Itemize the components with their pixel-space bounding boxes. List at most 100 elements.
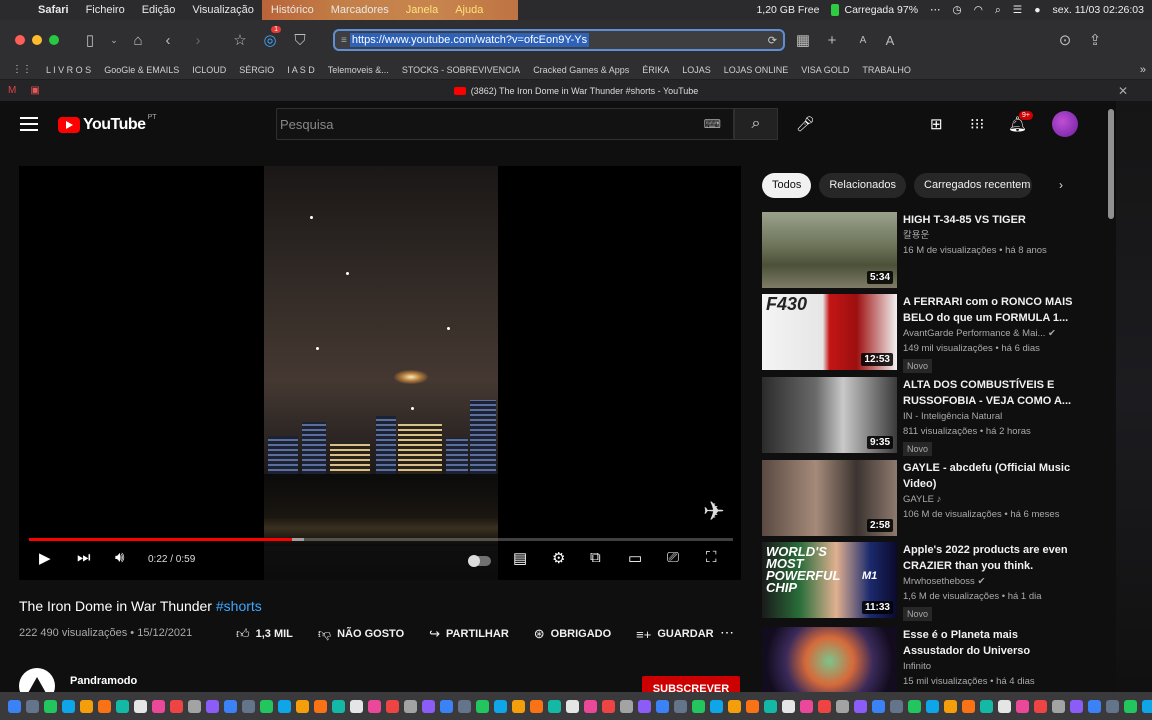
sidebar-icon[interactable]: ▯ — [75, 31, 105, 49]
dislike-button[interactable]: 👎︎ NÃO GOSTO — [318, 626, 404, 642]
home-icon[interactable]: ⌂ — [123, 32, 153, 49]
dock-app-icon[interactable] — [656, 699, 669, 713]
dock-app-icon[interactable] — [224, 699, 237, 713]
dock-app-icon[interactable] — [296, 699, 309, 713]
spotlight-icon[interactable]: ⌕ — [995, 4, 1001, 17]
avatar[interactable] — [1052, 111, 1078, 137]
dock-app-icon[interactable] — [944, 699, 957, 713]
settings-gear-icon[interactable]: ⚙ — [552, 549, 565, 567]
shield-icon[interactable]: ⛉ — [285, 32, 315, 49]
chevron-down-icon[interactable]: ⌄ — [105, 35, 123, 46]
tab-overview-icon[interactable]: ▦ — [788, 31, 818, 49]
video-thumbnail[interactable]: WORLD'S MOST POWERFUL CHIP M1 11:33 — [762, 542, 897, 618]
menu-ficheiro[interactable]: Ficheiro — [86, 4, 125, 16]
close-window-button[interactable] — [15, 35, 25, 45]
wifi-icon[interactable]: ◠ — [974, 4, 983, 16]
channel-name[interactable]: AvantGarde Performance & Mai... ✔ — [903, 326, 1073, 341]
dock-app-icon[interactable] — [170, 699, 183, 713]
keyboard-icon[interactable]: ⌨ — [704, 117, 721, 131]
dock-app-icon[interactable] — [350, 699, 363, 713]
dock-app-icon[interactable] — [746, 699, 759, 713]
dock-app-icon[interactable] — [440, 699, 453, 713]
theater-mode-icon[interactable]: ▭ — [628, 549, 642, 567]
menu-visualizacao[interactable]: Visualização — [192, 4, 254, 16]
dock-app-icon[interactable] — [116, 699, 129, 713]
memory-status[interactable]: 1,20 GB Free — [756, 4, 819, 16]
video-title[interactable]: HIGH T-34-85 VS TIGER — [903, 212, 1073, 228]
dock-app-icon[interactable] — [818, 699, 831, 713]
dock-app-icon[interactable] — [836, 699, 849, 713]
dock-app-icon[interactable] — [782, 699, 795, 713]
channel-name[interactable]: Pandramodo — [70, 675, 137, 687]
save-button[interactable]: ≡+ GUARDAR — [636, 627, 713, 642]
dock-app-icon[interactable] — [908, 699, 921, 713]
video-thumbnail[interactable]: F430 12:53 — [762, 294, 897, 370]
dock-app-icon[interactable] — [692, 699, 705, 713]
video-title[interactable]: Apple's 2022 products are even CRAZIER t… — [903, 542, 1073, 574]
search-input[interactable]: Pesquisa ⌨ — [276, 108, 734, 140]
channel-name[interactable]: IN - Inteligência Natural — [903, 409, 1073, 424]
dock-app-icon[interactable] — [422, 699, 435, 713]
dock-app-icon[interactable] — [512, 699, 525, 713]
scrollbar-thumb[interactable] — [1108, 109, 1114, 219]
bookmark-icloud[interactable]: ICLOUD — [192, 65, 226, 75]
menu-safari[interactable]: Safari — [38, 4, 69, 16]
create-video-icon[interactable]: ⊞ — [930, 115, 943, 133]
list-item[interactable]: F430 12:53 A FERRARI com o RONCO MAIS BEL… — [762, 294, 1092, 373]
menu-ajuda[interactable]: Ajuda — [455, 4, 483, 16]
font-smaller-button[interactable]: A — [848, 35, 878, 46]
dock-app-icon[interactable] — [710, 699, 723, 713]
dock-app-icon[interactable] — [80, 699, 93, 713]
bookmark-stocks[interactable]: STOCKS - SOBREVIVENCIA — [402, 65, 520, 75]
bookmark-cracked-games[interactable]: Cracked Games & Apps — [533, 65, 629, 75]
dock-app-icon[interactable] — [926, 699, 939, 713]
dock-app-icon[interactable] — [332, 699, 345, 713]
dock-app-icon[interactable] — [8, 699, 21, 713]
dock-app-icon[interactable] — [872, 699, 885, 713]
share-icon[interactable]: ⇪ — [1080, 31, 1110, 49]
video-player[interactable]: ✈ ▶ ⏭︎ 🔊︎ 0:22 / 0:59 ▤ ⚙ ⧉ ▭ ⎚ ⛶ — [19, 166, 741, 580]
next-icon[interactable]: ⏭︎ — [77, 549, 91, 566]
active-tab[interactable]: (3862) The Iron Dome in War Thunder #sho… — [0, 86, 1152, 96]
battery-status[interactable]: Carregada 97% — [831, 4, 918, 17]
apps-icon[interactable]: ⁝⁝⁝ — [970, 115, 984, 133]
menu-icon[interactable] — [20, 117, 38, 131]
address-bar[interactable]: ≡ https://www.youtube.com/watch?v=ofcEon… — [333, 29, 785, 51]
apps-grid-icon[interactable]: ⋮⋮ — [12, 64, 32, 75]
more-actions-icon[interactable]: ⋯ — [720, 624, 735, 641]
clock-icon[interactable]: ◷ — [953, 4, 962, 16]
bookmark-livros[interactable]: L I V R O S — [46, 65, 91, 75]
reload-icon[interactable]: ⟳ — [768, 34, 777, 47]
search-button[interactable]: ⌕ — [734, 108, 778, 140]
bookmark-trabalho[interactable]: TRABALHO — [862, 65, 911, 75]
video-title[interactable]: A FERRARI com o RONCO MAIS BELO do que u… — [903, 294, 1073, 326]
volume-icon[interactable]: 🔊︎ — [115, 549, 124, 566]
bookmark-google-emails[interactable]: GooGle & EMAILS — [104, 65, 179, 75]
bookmark-telemoveis[interactable]: Telemoveis &... — [328, 65, 389, 75]
dock-app-icon[interactable] — [152, 699, 165, 713]
more-icon[interactable]: ⋯ — [930, 4, 941, 16]
list-item[interactable]: 2:58 GAYLE - abcdefu (Official Music Vid… — [762, 460, 1092, 536]
video-thumbnail[interactable]: 5:34 — [762, 212, 897, 288]
play-icon[interactable]: ▶ — [39, 549, 51, 567]
dock-app-icon[interactable] — [188, 699, 201, 713]
bookmark-lojas-online[interactable]: LOJAS ONLINE — [724, 65, 789, 75]
dock-app-icon[interactable] — [44, 699, 57, 713]
dock-app-icon[interactable] — [764, 699, 777, 713]
menu-edicao[interactable]: Edição — [142, 4, 176, 16]
more-bookmarks-icon[interactable]: » — [1140, 64, 1146, 76]
bookmark-sergio[interactable]: SÉRGIO — [239, 65, 274, 75]
chip-all[interactable]: Todos — [762, 173, 812, 198]
dock-app-icon[interactable] — [494, 699, 507, 713]
dock-app-icon[interactable] — [1070, 699, 1083, 713]
dock-app-icon[interactable] — [890, 699, 903, 713]
dock-app-icon[interactable] — [368, 699, 381, 713]
bookmark-erika[interactable]: ÉRIKA — [642, 65, 669, 75]
dock-app-icon[interactable] — [476, 699, 489, 713]
dock-app-icon[interactable] — [206, 699, 219, 713]
page-scrollbar[interactable] — [1106, 101, 1116, 692]
url-text[interactable]: https://www.youtube.com/watch?v=ofcEon9Y… — [349, 33, 590, 47]
fullscreen-icon[interactable]: ⛶ — [706, 549, 717, 566]
dock-app-icon[interactable] — [1088, 699, 1101, 713]
bookmark-iasd[interactable]: I A S D — [287, 65, 315, 75]
